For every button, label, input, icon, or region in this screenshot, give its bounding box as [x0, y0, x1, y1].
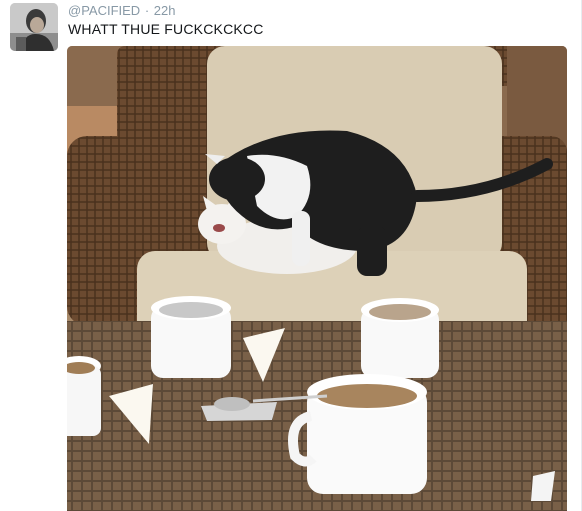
avatar[interactable]	[10, 3, 58, 51]
tweet-media-photo[interactable]	[67, 46, 567, 511]
author-handle[interactable]: @PACIFIED	[68, 3, 140, 18]
tweet-text: WHATT THUE FUCKCKCKCC	[68, 21, 264, 37]
tweet-card: @PACIFIED · 22h WHATT THUE FUCKCKCKCC	[0, 0, 582, 511]
cup-front	[288, 374, 427, 494]
tweet-timestamp[interactable]: 22h	[154, 3, 176, 18]
avatar-image	[10, 3, 58, 51]
photo-scene	[67, 46, 567, 511]
cup-left-edge	[67, 356, 101, 436]
cup-center-right	[361, 298, 439, 378]
header-separator: ·	[144, 3, 150, 18]
tweet-header: @PACIFIED · 22h	[68, 3, 175, 18]
cup-center-left	[151, 296, 231, 378]
